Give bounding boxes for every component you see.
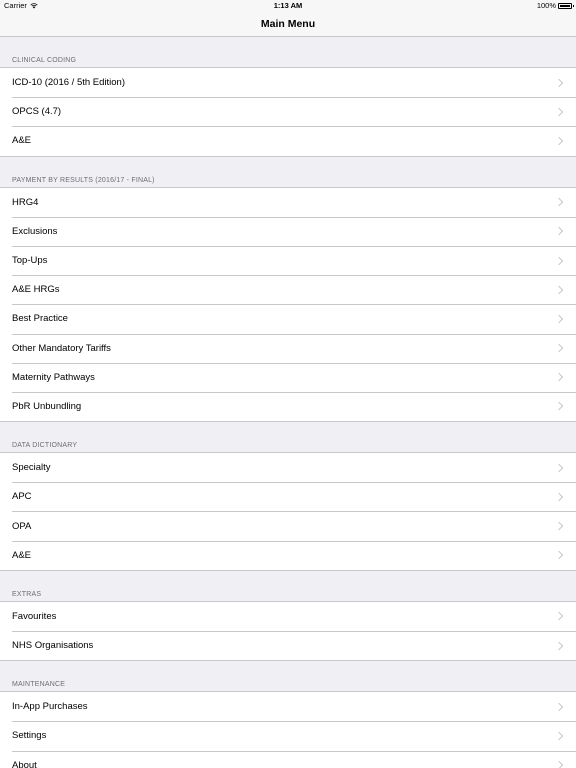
chevron-right-icon [554, 343, 564, 353]
menu-item-label: Best Practice [12, 313, 68, 325]
chevron-right-icon [554, 78, 564, 87]
menu-item-label: Top-Ups [12, 255, 48, 267]
menu-item-ae-coding[interactable]: A&E [0, 126, 576, 155]
chevron-right-icon [554, 314, 564, 324]
menu-item-label: A&E [12, 549, 32, 561]
menu-item-label: Other Mandatory Tariffs [12, 342, 111, 354]
menu-item-in-app-purchases[interactable]: In-App Purchases [0, 692, 576, 721]
chevron-right-icon [554, 731, 564, 741]
section-header-data-dictionary: DATA DICTIONARY [12, 442, 78, 450]
menu-item-label: PbR Unbundling [12, 400, 82, 412]
menu-item-label: APC [12, 491, 32, 503]
status-bar: Carrier 1:13 AM 100% [0, 0, 576, 12]
section-maintenance: In-App Purchases Settings About [0, 691, 576, 768]
chevron-right-icon [554, 373, 564, 382]
menu-table: CLINICAL CODING ICD-10 (2016 / 5th Editi… [0, 37, 576, 768]
chevron-right-icon [554, 492, 564, 502]
section-header-clinical-coding: CLINICAL CODING [12, 57, 77, 64]
section-clinical-coding: ICD-10 (2016 / 5th Edition) OPCS (4.7) A… [0, 67, 576, 157]
menu-item-exclusions[interactable]: Exclusions [0, 216, 576, 246]
chevron-right-icon [554, 612, 564, 621]
page-title: Main Menu [260, 18, 316, 30]
menu-item-label: Maternity Pathways [12, 371, 95, 383]
menu-item-label: Specialty [12, 462, 51, 474]
section-extras: Favourites NHS Organisations [0, 600, 576, 662]
menu-item-specialty[interactable]: Specialty [0, 453, 576, 482]
chevron-right-icon [554, 550, 564, 560]
menu-item-pbr-unbundling[interactable]: PbR Unbundling [0, 391, 576, 421]
navigation-bar: Main Menu [0, 12, 576, 37]
menu-item-label: A&E [12, 135, 32, 147]
menu-item-settings[interactable]: Settings [0, 721, 576, 750]
battery-icon [558, 3, 574, 9]
menu-item-label: About [12, 759, 37, 768]
menu-item-icd10[interactable]: ICD-10 (2016 / 5th Edition) [0, 68, 576, 97]
menu-item-favourites[interactable]: Favourites [0, 602, 576, 631]
menu-item-best-practice[interactable]: Best Practice [0, 304, 576, 333]
chevron-right-icon [554, 641, 564, 650]
section-header-payment-by-results: PAYMENT BY RESULTS (2016/17 - FINAL) [12, 176, 155, 184]
menu-item-label: ICD-10 (2016 / 5th Edition) [12, 77, 126, 89]
menu-item-label: OPA [12, 520, 32, 532]
menu-item-opcs[interactable]: OPCS (4.7) [0, 97, 576, 126]
status-time: 1:13 AM [273, 1, 303, 10]
menu-item-label: In-App Purchases [12, 701, 88, 713]
chevron-right-icon [554, 402, 564, 411]
menu-item-nhs-organisations[interactable]: NHS Organisations [0, 631, 576, 660]
chevron-right-icon [554, 702, 564, 712]
menu-item-about[interactable]: About [0, 750, 576, 768]
chevron-right-icon [554, 227, 564, 236]
menu-item-label: NHS Organisations [12, 640, 94, 652]
menu-item-ae-dictionary[interactable]: A&E [0, 540, 576, 570]
menu-item-ae-hrgs[interactable]: A&E HRGs [0, 275, 576, 304]
menu-item-label: A&E HRGs [12, 284, 60, 296]
menu-item-top-ups[interactable]: Top-Ups [0, 245, 576, 275]
menu-item-other-mandatory-tariffs[interactable]: Other Mandatory Tariffs [0, 333, 576, 363]
menu-item-apc[interactable]: APC [0, 482, 576, 511]
menu-item-label: OPCS (4.7) [12, 106, 62, 118]
menu-item-label: HRG4 [12, 196, 39, 208]
menu-item-label: Favourites [12, 610, 57, 622]
battery-percent: 100% [536, 1, 556, 10]
chevron-right-icon [554, 760, 564, 768]
menu-item-opa[interactable]: OPA [0, 511, 576, 540]
section-data-dictionary: Specialty APC OPA A&E [0, 452, 576, 571]
menu-item-label: Settings [12, 730, 47, 742]
section-header-extras: EXTRAS [12, 590, 42, 598]
chevron-right-icon [554, 197, 564, 207]
menu-item-maternity-pathways[interactable]: Maternity Pathways [0, 362, 576, 392]
chevron-right-icon [554, 107, 564, 117]
section-header-maintenance: MAINTENANCE [12, 681, 66, 689]
chevron-right-icon [554, 463, 564, 472]
menu-item-hrg4[interactable]: HRG4 [0, 188, 576, 217]
menu-item-label: Exclusions [12, 225, 58, 237]
chevron-right-icon [554, 521, 564, 531]
chevron-right-icon [554, 256, 564, 265]
section-payment-by-results: HRG4 Exclusions Top-Ups A&E HRGs Best Pr… [0, 186, 576, 423]
chevron-right-icon [554, 285, 564, 294]
battery-group: 100% [536, 0, 574, 12]
chevron-right-icon [554, 136, 564, 146]
